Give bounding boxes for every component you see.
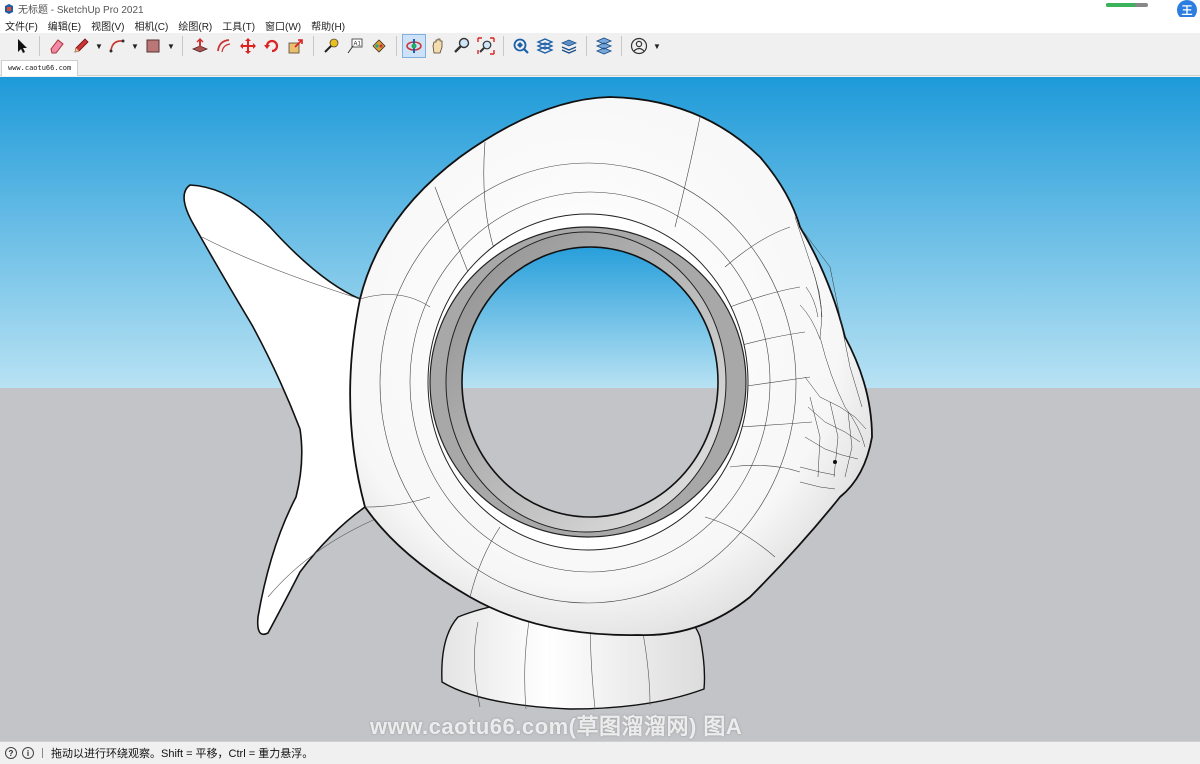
push-pull-tool-button[interactable] <box>188 34 212 58</box>
toolbar-separator <box>182 36 183 56</box>
svg-text:A1: A1 <box>354 42 362 48</box>
orbit-icon <box>406 39 422 53</box>
tape-measure-tool-button[interactable] <box>319 34 343 58</box>
magnifier-icon <box>454 37 470 53</box>
scale-tool-button[interactable] <box>284 34 308 58</box>
paint-bucket-tool-button[interactable] <box>367 34 391 58</box>
account-dropdown-arrow[interactable]: ▼ <box>651 34 663 58</box>
zoom-extents-tool-button[interactable] <box>474 34 498 58</box>
menu-camera[interactable]: 相机(C) <box>129 18 173 33</box>
model-viewport[interactable] <box>0 77 1200 741</box>
user-account-icon <box>630 37 648 55</box>
arc-icon <box>109 39 125 53</box>
shape-dropdown-arrow[interactable]: ▼ <box>165 34 177 58</box>
move-arrows-icon <box>240 38 256 54</box>
extension-warehouse-button[interactable] <box>533 34 557 58</box>
menu-file[interactable]: 文件(F) <box>0 18 43 33</box>
rectangle-icon <box>146 39 160 53</box>
info-icon[interactable]: i <box>22 747 34 759</box>
select-arrow-icon <box>18 39 27 53</box>
menu-tools[interactable]: 工具(T) <box>217 18 260 33</box>
offset-icon <box>217 39 231 53</box>
status-separator <box>42 748 43 758</box>
loading-progress-bar <box>1106 3 1148 7</box>
scale-icon <box>288 39 303 54</box>
toolbar-separator <box>39 36 40 56</box>
zoom-extents-icon <box>477 37 495 55</box>
tape-measure-icon <box>324 38 339 53</box>
paint-bucket-icon <box>372 39 386 53</box>
menu-window[interactable]: 窗口(W) <box>260 18 306 33</box>
toolbar-separator <box>503 36 504 56</box>
zoom-tool-button[interactable] <box>450 34 474 58</box>
toolbar-separator <box>396 36 397 56</box>
fish-eye <box>833 460 837 464</box>
text-tool-button[interactable]: A1 <box>343 34 367 58</box>
account-button[interactable] <box>627 34 651 58</box>
viewport-canvas <box>0 77 1200 741</box>
move-tool-button[interactable] <box>236 34 260 58</box>
pencil-icon <box>74 38 89 53</box>
pan-hand-icon <box>432 38 443 54</box>
3d-warehouse-button[interactable] <box>509 34 533 58</box>
sketchup-logo-icon <box>5 3 13 14</box>
scene-tab[interactable]: www.caotu66.com <box>1 60 79 76</box>
scene-tab-bar: www.caotu66.com <box>0 59 1200 76</box>
menu-draw[interactable]: 绘图(R) <box>173 18 217 33</box>
layers-stack-icon <box>560 39 578 54</box>
toolbar-separator <box>586 36 587 56</box>
menu-bar: 文件(F) 编辑(E) 视图(V) 相机(C) 绘图(R) 工具(T) 窗口(W… <box>0 17 1200 33</box>
window-title: 无标题 - SketchUp Pro 2021 <box>18 5 144 16</box>
orbit-tool-button[interactable] <box>402 34 426 58</box>
menu-help[interactable]: 帮助(H) <box>306 18 350 33</box>
eraser-icon <box>50 39 64 54</box>
menu-view[interactable]: 视图(V) <box>86 18 129 33</box>
arc-dropdown-arrow[interactable]: ▼ <box>129 34 141 58</box>
shape-tool-button[interactable] <box>141 34 165 58</box>
status-bar: ? i 拖动以进行环绕观察。Shift = 平移，Ctrl = 重力悬浮。 <box>0 741 1200 764</box>
select-tool-button[interactable] <box>10 34 34 58</box>
toolbar-separator <box>313 36 314 56</box>
arc-tool-button[interactable] <box>105 34 129 58</box>
extension-manager-button[interactable] <box>592 34 616 58</box>
pan-tool-button[interactable] <box>426 34 450 58</box>
extension-warehouse-icon <box>536 38 554 54</box>
layout-button[interactable] <box>557 34 581 58</box>
help-question-icon[interactable]: ? <box>5 747 17 759</box>
status-message: 拖动以进行环绕观察。Shift = 平移，Ctrl = 重力悬浮。 <box>51 748 314 760</box>
offset-tool-button[interactable] <box>212 34 236 58</box>
pencil-dropdown-arrow[interactable]: ▼ <box>93 34 105 58</box>
menu-edit[interactable]: 编辑(E) <box>43 18 86 33</box>
main-toolbar: ▼ ▼ ▼ A1 ▼ <box>0 33 1200 59</box>
watermark-text: www.caotu66.com(草图溜溜网) 图A <box>370 714 743 739</box>
title-bar: 无标题 - SketchUp Pro 2021 王 <box>0 0 1200 20</box>
rotate-icon <box>264 39 279 53</box>
extension-manager-icon <box>595 37 613 55</box>
warehouse-icon <box>513 38 529 54</box>
text-label-icon: A1 <box>347 38 363 54</box>
toolbar-separator <box>621 36 622 56</box>
pencil-tool-button[interactable] <box>69 34 93 58</box>
rotate-tool-button[interactable] <box>260 34 284 58</box>
eraser-tool-button[interactable] <box>45 34 69 58</box>
push-pull-icon <box>191 37 209 53</box>
